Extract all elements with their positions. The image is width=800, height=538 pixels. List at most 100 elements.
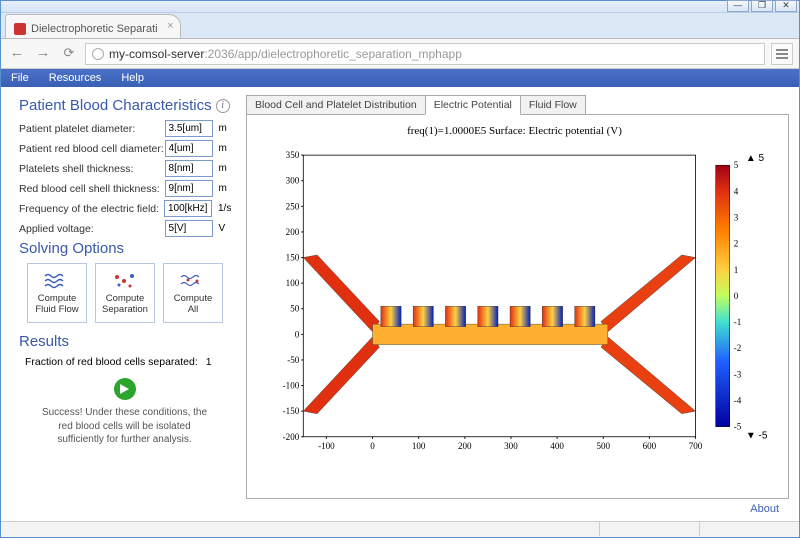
cbar-bot: ▼ -5: [746, 431, 768, 442]
svg-text:-4: -4: [734, 396, 742, 406]
plot-container: freq(1)=1.0000E5 Surface: Electric poten…: [246, 114, 789, 499]
field-label: Frequency of the electric field:: [19, 203, 164, 215]
svg-text:4: 4: [734, 186, 739, 196]
field-row: Patient red blood cell diameter: m: [19, 140, 230, 157]
favicon-icon: [14, 23, 26, 35]
waves-icon: [44, 272, 70, 290]
right-panel: Blood Cell and Platelet Distribution Ele…: [244, 87, 799, 521]
address-bar[interactable]: my-comsol-server:2036/app/dielectrophore…: [85, 43, 765, 65]
svg-text:0: 0: [734, 291, 739, 301]
svg-text:500: 500: [596, 441, 610, 451]
field-label: Red blood cell shell thickness:: [19, 183, 165, 195]
minimize-button[interactable]: —: [727, 0, 749, 12]
compute-all-button[interactable]: Compute All: [163, 263, 223, 323]
svg-text:5: 5: [734, 160, 739, 170]
field-input[interactable]: [165, 180, 213, 197]
browser-tab[interactable]: Dielectrophoretic Separati ×: [5, 14, 181, 38]
svg-text:400: 400: [550, 441, 564, 451]
svg-text:-1: -1: [734, 317, 742, 327]
field-input[interactable]: [165, 160, 213, 177]
svg-text:-50: -50: [287, 355, 300, 365]
svg-text:700: 700: [689, 441, 703, 451]
section-characteristics: Patient Blood Characteristics i: [19, 97, 230, 114]
status-bar: [1, 521, 799, 537]
cbar-top: ▲ 5: [746, 153, 765, 164]
field-row: Patient platelet diameter: m: [19, 120, 230, 137]
menu-resources[interactable]: Resources: [39, 72, 112, 84]
svg-text:-200: -200: [283, 432, 300, 442]
results-title: Results: [19, 333, 69, 350]
close-tab-icon[interactable]: ×: [167, 20, 173, 32]
svg-text:350: 350: [286, 150, 300, 160]
result-message: Success! Under these conditions, the red…: [19, 406, 230, 447]
field-input[interactable]: [165, 220, 213, 237]
browser-toolbar: ← → ⟳ my-comsol-server:2036/app/dielectr…: [1, 39, 799, 69]
field-row: Platelets shell thickness: m: [19, 160, 230, 177]
tab-distribution[interactable]: Blood Cell and Platelet Distribution: [246, 95, 426, 115]
maximize-button[interactable]: ❐: [751, 0, 773, 12]
fraction-label: Fraction of red blood cells separated:: [25, 356, 198, 368]
waves-particles-icon: [180, 272, 206, 290]
field-row: Red blood cell shell thickness:m: [19, 180, 230, 197]
back-button[interactable]: ←: [7, 44, 27, 64]
tab-electric-potential[interactable]: Electric Potential: [425, 95, 521, 115]
svg-text:-100: -100: [283, 381, 300, 391]
field-unit: m: [213, 143, 230, 154]
field-label: Patient red blood cell diameter:: [19, 143, 165, 155]
svg-text:-2: -2: [734, 343, 742, 353]
fraction-value: 1: [206, 356, 212, 368]
tab-fluid-flow[interactable]: Fluid Flow: [520, 95, 586, 115]
svg-text:1: 1: [734, 265, 739, 275]
svg-text:-5: -5: [734, 422, 742, 432]
left-panel: Patient Blood Characteristics i Patient …: [1, 87, 244, 521]
plot-title: freq(1)=1.0000E5 Surface: Electric poten…: [253, 125, 776, 137]
field-unit: m: [213, 163, 230, 174]
compute-separation-button[interactable]: Compute Separation: [95, 263, 155, 323]
svg-text:-150: -150: [283, 406, 300, 416]
browser-tabstrip: Dielectrophoretic Separati ×: [1, 13, 799, 39]
btn-label: Compute Fluid Flow: [35, 293, 78, 315]
field-unit: V: [213, 223, 230, 234]
compute-fluid-flow-button[interactable]: Compute Fluid Flow: [27, 263, 87, 323]
os-titlebar: — ❐ ✕: [1, 1, 799, 13]
svg-text:100: 100: [286, 278, 300, 288]
menu-help[interactable]: Help: [111, 72, 154, 84]
app-menubar: File Resources Help: [1, 69, 799, 87]
field-unit: m: [213, 123, 230, 134]
menu-file[interactable]: File: [1, 72, 39, 84]
menu-button[interactable]: [771, 43, 793, 65]
field-label: Applied voltage:: [19, 223, 165, 235]
characteristics-title: Patient Blood Characteristics: [19, 97, 212, 114]
close-window-button[interactable]: ✕: [775, 0, 797, 12]
field-input[interactable]: [165, 120, 213, 137]
svg-text:250: 250: [286, 201, 300, 211]
svg-text:300: 300: [504, 441, 518, 451]
section-solving: Solving Options: [19, 240, 230, 257]
svg-text:-3: -3: [734, 369, 742, 379]
svg-text:0: 0: [370, 441, 375, 451]
field-row: Applied voltage: V: [19, 220, 230, 237]
success-arrow-icon: [114, 378, 136, 400]
url-path: /app/dielectrophoretic_separation_mphapp: [234, 47, 462, 61]
about-link[interactable]: About: [246, 499, 789, 517]
svg-text:100: 100: [412, 441, 426, 451]
field-label: Platelets shell thickness:: [19, 163, 165, 175]
field-input[interactable]: [165, 140, 213, 157]
field-row: Frequency of the electric field: 1/s: [19, 200, 230, 217]
main-area: Patient Blood Characteristics i Patient …: [1, 87, 799, 521]
svg-text:2: 2: [734, 239, 739, 249]
section-results: Results: [19, 333, 230, 350]
url-host: my-comsol-server: [109, 47, 204, 61]
field-label: Patient platelet diameter:: [19, 123, 165, 135]
reload-button[interactable]: ⟳: [59, 44, 79, 64]
info-icon[interactable]: i: [216, 99, 230, 113]
svg-text:0: 0: [295, 329, 300, 339]
electric-potential-plot: -200-150-100-50050100150200250300350 -10…: [253, 141, 776, 471]
svg-text:-100: -100: [318, 441, 335, 451]
forward-button[interactable]: →: [33, 44, 53, 64]
field-input[interactable]: [164, 200, 212, 217]
svg-text:50: 50: [290, 304, 300, 314]
field-unit: 1/s: [212, 203, 230, 214]
svg-text:600: 600: [643, 441, 657, 451]
btn-label: Compute All: [174, 293, 213, 315]
